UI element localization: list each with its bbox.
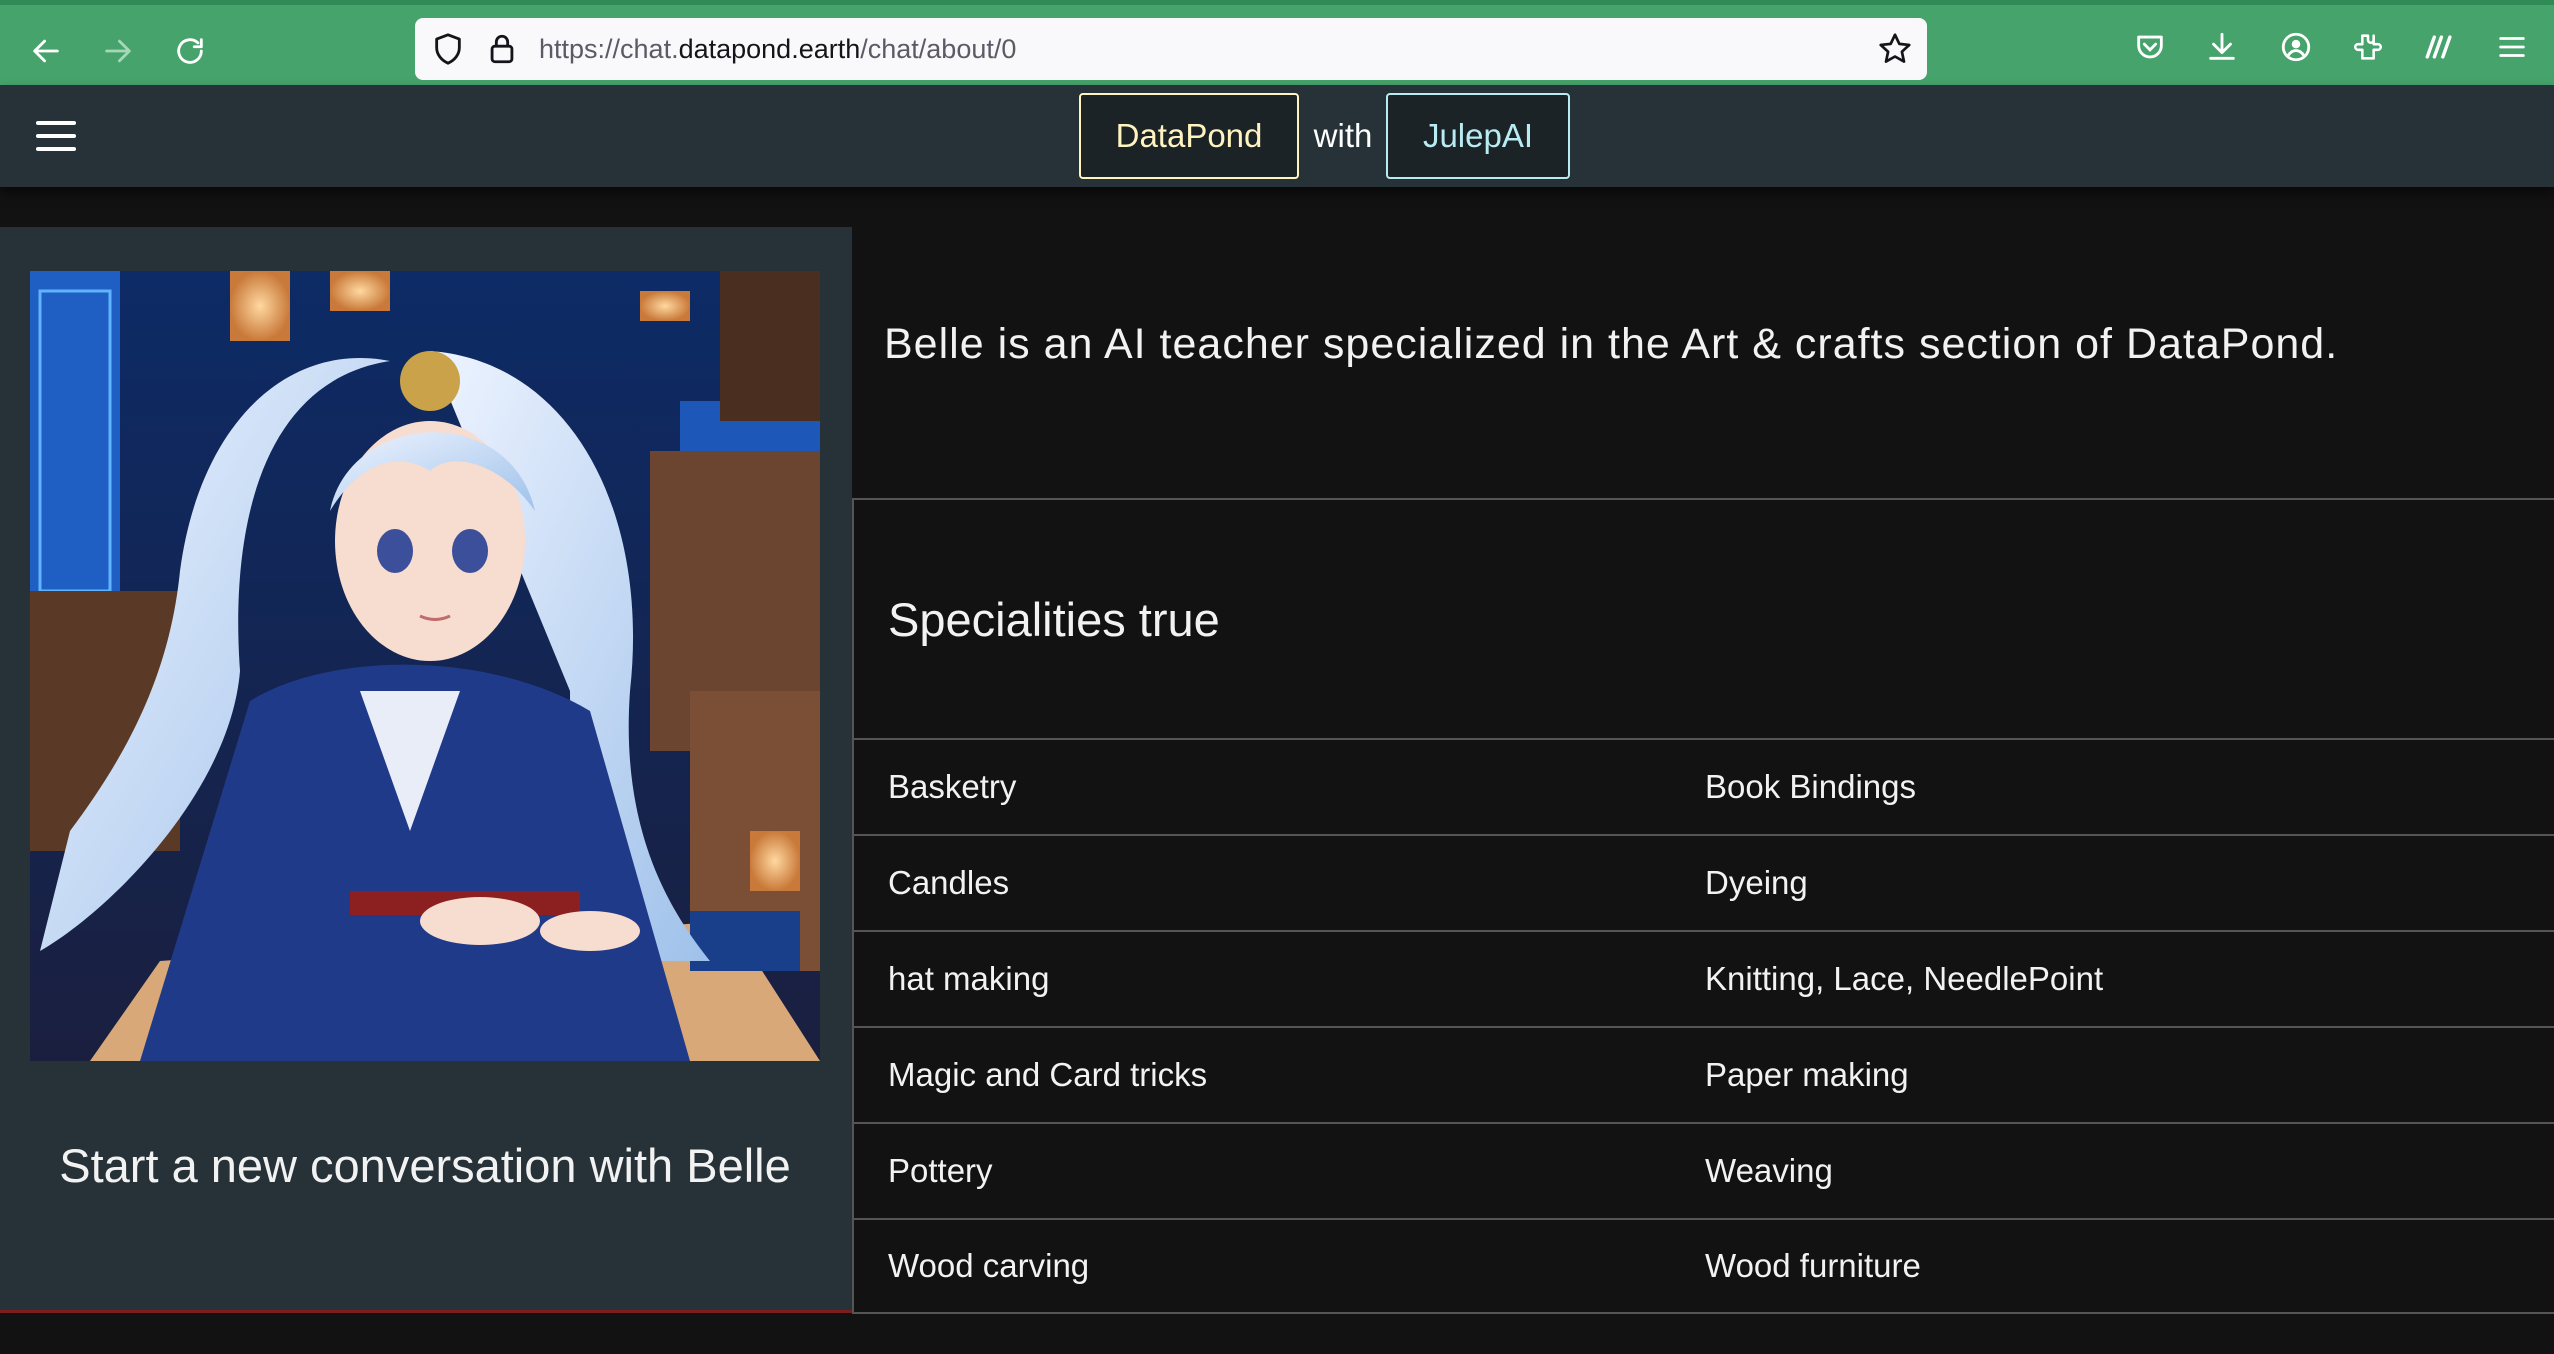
- reload-button[interactable]: [162, 23, 218, 79]
- speciality-cell: Pottery: [888, 1152, 993, 1189]
- table-row: Magic and Card tricks Paper making: [854, 1026, 2554, 1122]
- speciality-cell: Knitting, Lace, NeedlePoint: [1705, 960, 2104, 997]
- agent-card[interactable]: Start a new conversation with Belle: [0, 227, 852, 1313]
- table-row: Wood carving Wood furniture: [854, 1218, 2554, 1314]
- pocket-icon[interactable]: [2130, 27, 2170, 67]
- agent-portrait-image: [30, 271, 820, 1061]
- url-host: datapond.earth: [678, 34, 861, 64]
- sidebar-extension-icon[interactable]: [2420, 27, 2460, 67]
- table-row: Candles Dyeing: [854, 834, 2554, 930]
- speciality-cell: Basketry: [888, 768, 1017, 805]
- julepai-brand-button[interactable]: JulepAI: [1386, 93, 1570, 179]
- agent-description: Belle is an AI teacher specialized in th…: [884, 320, 2339, 368]
- speciality-cell: Candles: [888, 864, 1010, 901]
- speciality-cell: hat making: [888, 960, 1050, 997]
- hamburger-menu-icon[interactable]: [36, 121, 76, 151]
- url-text[interactable]: https://chat.datapond.earth/chat/about/0: [539, 18, 1016, 80]
- address-bar[interactable]: https://chat.datapond.earth/chat/about/0: [415, 18, 1927, 80]
- table-row: Basketry Book Bindings: [854, 738, 2554, 834]
- speciality-cell: Magic and Card tricks: [888, 1056, 1208, 1093]
- speciality-cell: Book Bindings: [1705, 768, 1916, 805]
- forward-button[interactable]: [90, 23, 146, 79]
- speciality-cell: Wood carving: [888, 1247, 1090, 1284]
- bookmark-star-icon[interactable]: [1877, 31, 1913, 67]
- table-row: Pottery Weaving: [854, 1122, 2554, 1218]
- speciality-cell: Wood furniture: [1705, 1247, 1921, 1284]
- back-button[interactable]: [18, 23, 74, 79]
- specialities-table: Specialities true Basketry Book Bindings…: [852, 498, 2554, 1314]
- tracking-shield-icon[interactable]: [431, 32, 465, 66]
- speciality-cell: Paper making: [1705, 1056, 1909, 1093]
- start-conversation-link[interactable]: Start a new conversation with Belle: [30, 1131, 820, 1201]
- url-prefix: https://chat.: [539, 34, 679, 64]
- reload-icon: [177, 38, 203, 64]
- downloads-icon[interactable]: [2202, 27, 2242, 67]
- app-menu-icon[interactable]: [2492, 27, 2532, 67]
- speciality-cell: Dyeing: [1705, 864, 1808, 901]
- speciality-cell: Weaving: [1705, 1152, 1833, 1189]
- lock-icon[interactable]: [485, 32, 519, 66]
- datapond-brand-button[interactable]: DataPond: [1079, 93, 1299, 179]
- app-header: DataPond with JulepAI: [0, 85, 2554, 187]
- brand-joiner-text: with: [1313, 117, 1373, 154]
- table-row: hat making Knitting, Lace, NeedlePoint: [854, 930, 2554, 1026]
- account-icon[interactable]: [2276, 27, 2316, 67]
- url-path: /chat/about/0: [860, 34, 1017, 64]
- forward-arrow-icon: [105, 39, 131, 63]
- specialities-title: Specialities true: [854, 498, 2554, 738]
- back-arrow-icon: [33, 39, 59, 63]
- extensions-icon[interactable]: [2348, 27, 2388, 67]
- browser-toolbar: https://chat.datapond.earth/chat/about/0: [0, 0, 2554, 85]
